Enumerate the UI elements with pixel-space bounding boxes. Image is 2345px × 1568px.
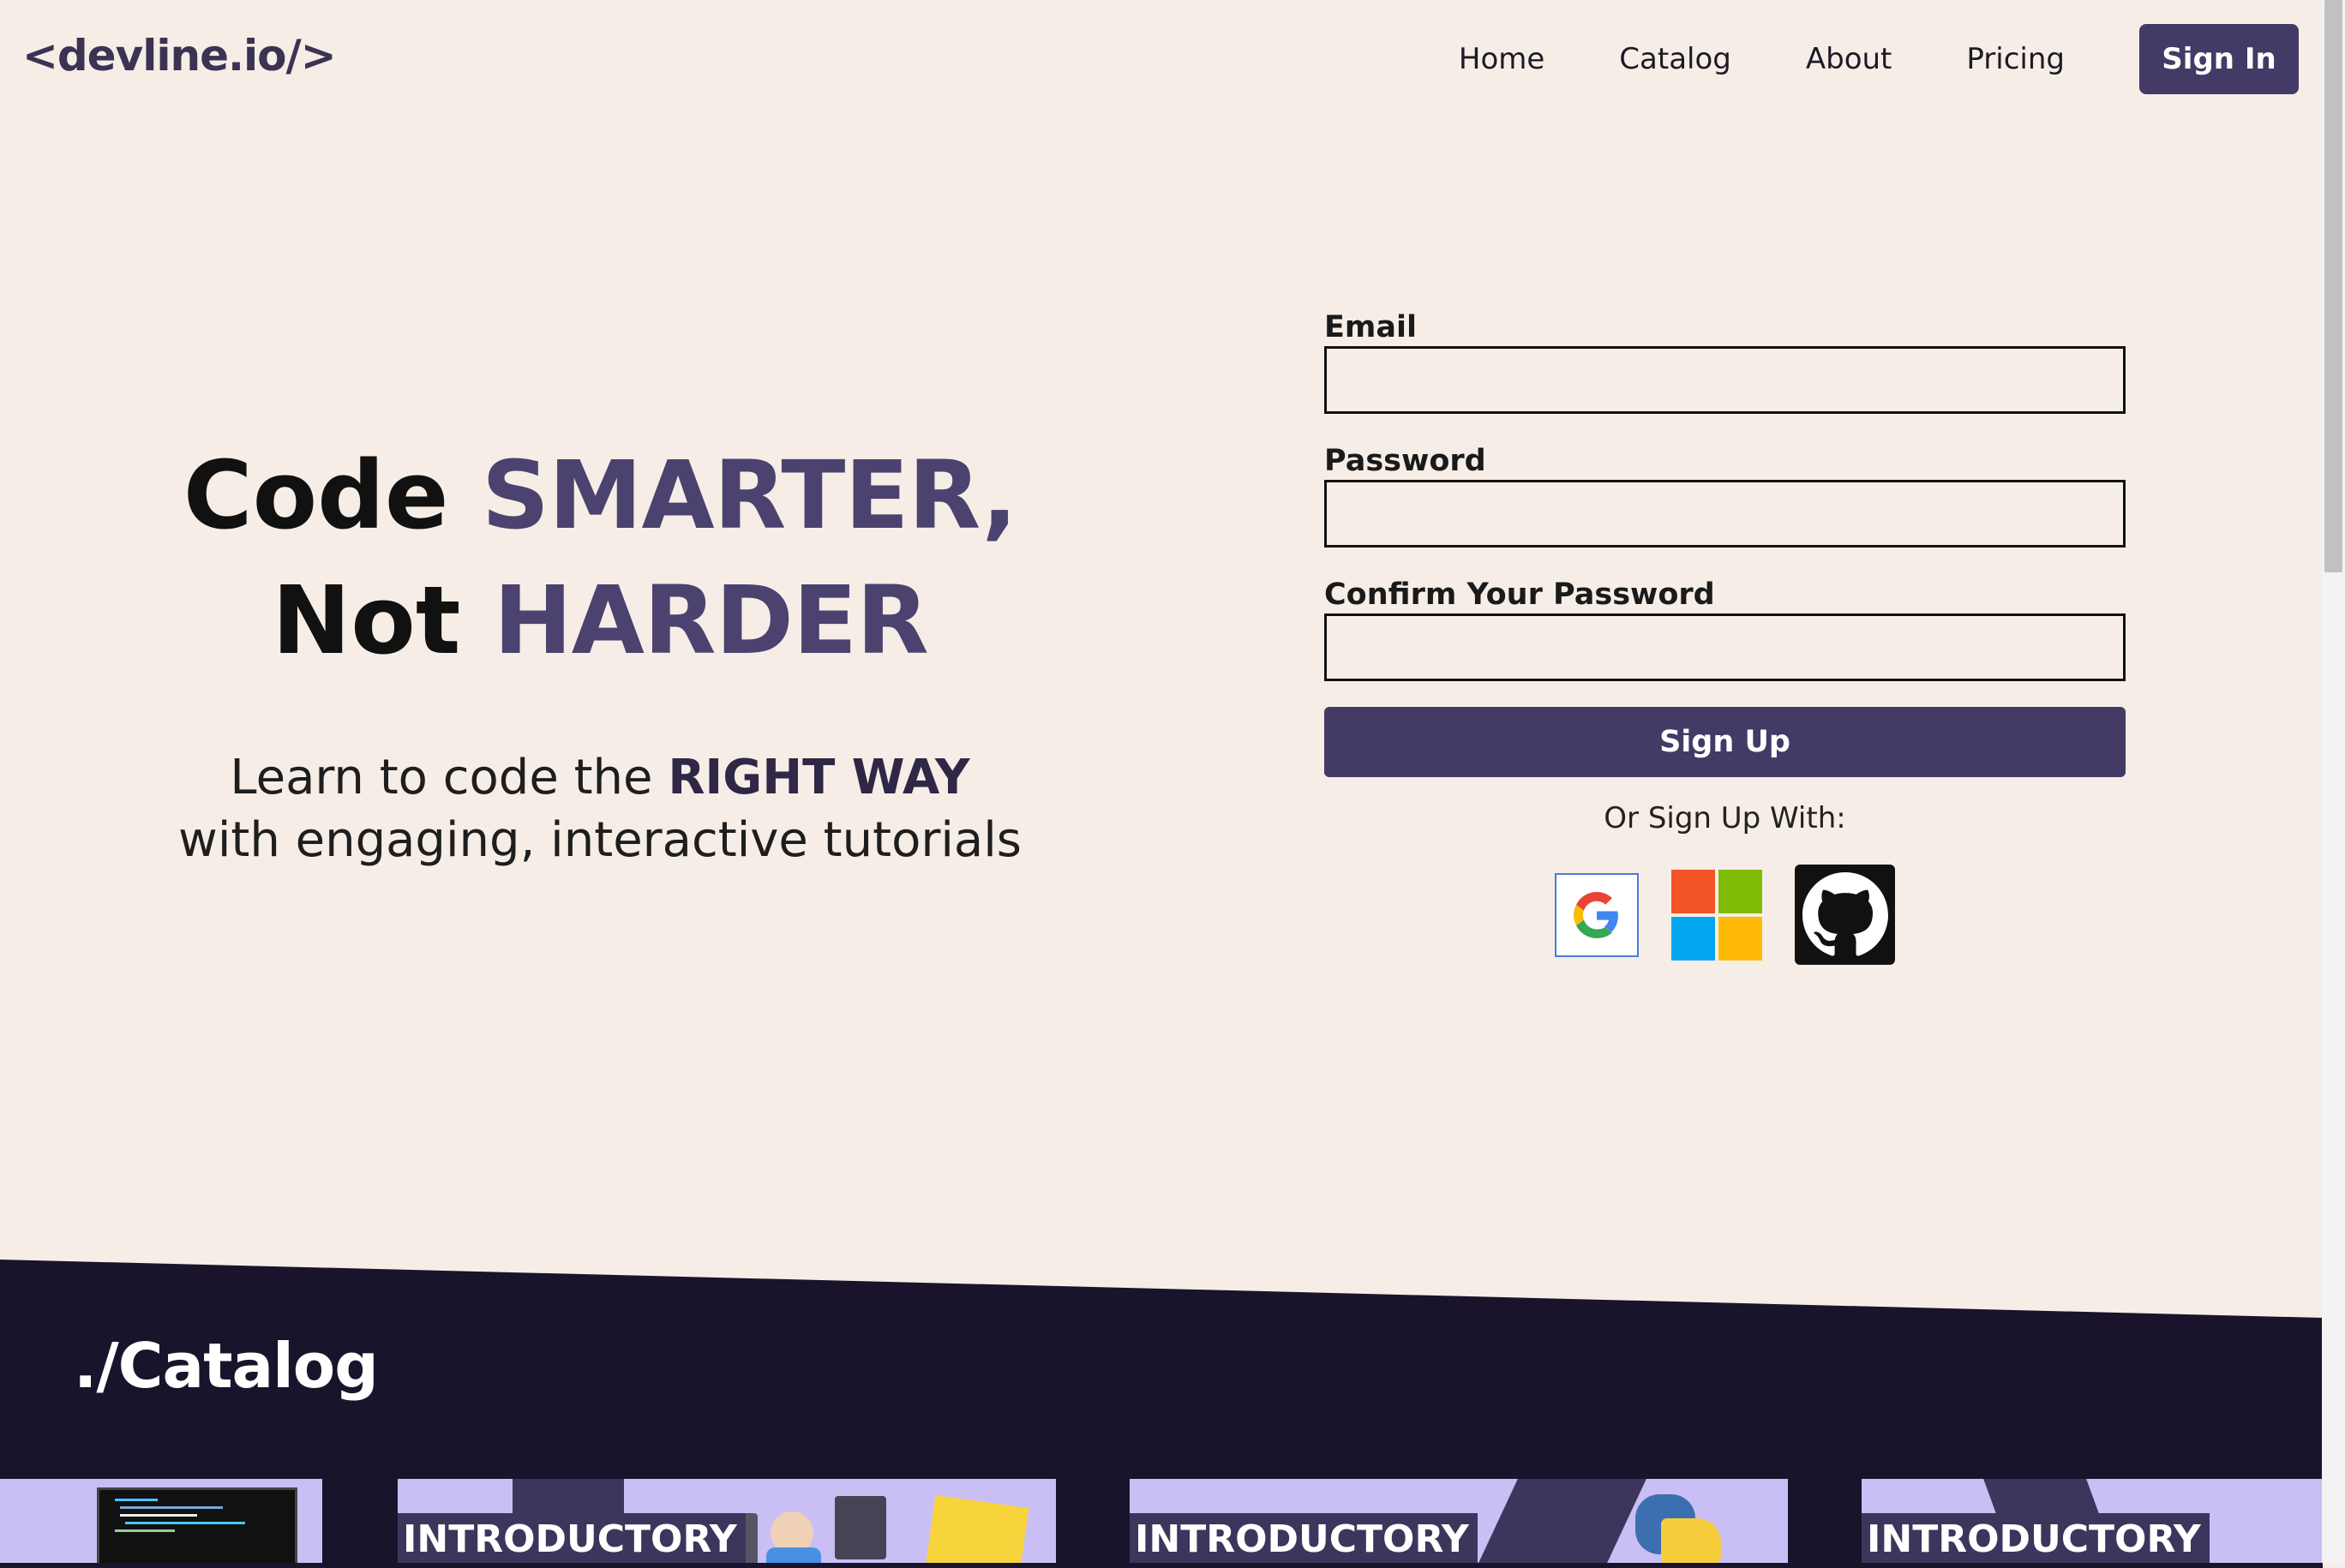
github-icon[interactable]	[1795, 865, 1895, 965]
subtitle-part-1: Learn to code the	[230, 750, 653, 805]
card-stripe	[1478, 1479, 1646, 1563]
headline-word-not: Not	[272, 566, 461, 675]
or-sign-up-with-text: Or Sign Up With:	[1604, 801, 1846, 835]
catalog-card-3[interactable]: INTRODUCTORY	[1130, 1479, 1788, 1563]
nav-home-link[interactable]: Home	[1459, 42, 1544, 76]
catalog-title: ./Catalog	[74, 1330, 379, 1402]
nav-about-link[interactable]: About	[1806, 42, 1892, 76]
subtitle-emphasis: RIGHT WAY	[668, 750, 970, 805]
confirm-password-label: Confirm Your Password	[1324, 578, 1715, 612]
email-label: Email	[1324, 310, 1417, 344]
hero-headline: Code SMARTER, Not HARDER	[120, 433, 1080, 683]
hero-section: Code SMARTER, Not HARDER Learn to code t…	[120, 433, 1080, 871]
headline-word-smarter: SMARTER,	[481, 440, 1017, 550]
page-scrollbar[interactable]	[2322, 0, 2345, 1563]
microsoft-icon[interactable]	[1671, 869, 1762, 961]
card-label: INTRODUCTORY	[398, 1513, 746, 1563]
nav-catalog-link[interactable]: Catalog	[1619, 42, 1731, 76]
developer-illustration	[723, 1496, 886, 1563]
card-label: INTRODUCTORY	[1862, 1513, 2210, 1563]
signup-form: Email Password Confirm Your Password Sig…	[1324, 308, 2126, 965]
subtitle-part-2: with engaging, interactive tutorials	[178, 812, 1022, 868]
brand-logo[interactable]: <devline.io/>	[22, 31, 337, 81]
email-field[interactable]	[1324, 346, 2126, 414]
confirm-password-field[interactable]	[1324, 613, 2126, 681]
sign-in-button[interactable]: Sign In	[2139, 24, 2299, 94]
python-logo	[1635, 1494, 1721, 1563]
hero-subtitle: Learn to code the RIGHT WAY with engagin…	[120, 746, 1080, 871]
catalog-card-4[interactable]: INTRODUCTORY	[1862, 1479, 2323, 1563]
password-field[interactable]	[1324, 480, 2126, 548]
scrollbar-thumb[interactable]	[2324, 0, 2342, 572]
password-label: Password	[1324, 444, 1486, 478]
card-label: INTRODUCTORY	[1130, 1513, 1478, 1563]
js-logo	[923, 1494, 1029, 1563]
sign-up-button[interactable]: Sign Up	[1324, 707, 2126, 777]
headline-word-code: Code	[183, 440, 449, 550]
social-providers	[1324, 865, 2126, 965]
google-icon[interactable]	[1555, 872, 1639, 957]
catalog-card-1[interactable]	[0, 1479, 322, 1563]
nav-pricing-link[interactable]: Pricing	[1966, 42, 2065, 76]
code-editor-thumbnail	[97, 1487, 297, 1563]
catalog-card-2[interactable]: INTRODUCTORY	[398, 1479, 1056, 1563]
headline-word-harder: HARDER	[493, 566, 929, 675]
top-nav: Home Catalog About Pricing Sign In	[1459, 24, 2299, 94]
